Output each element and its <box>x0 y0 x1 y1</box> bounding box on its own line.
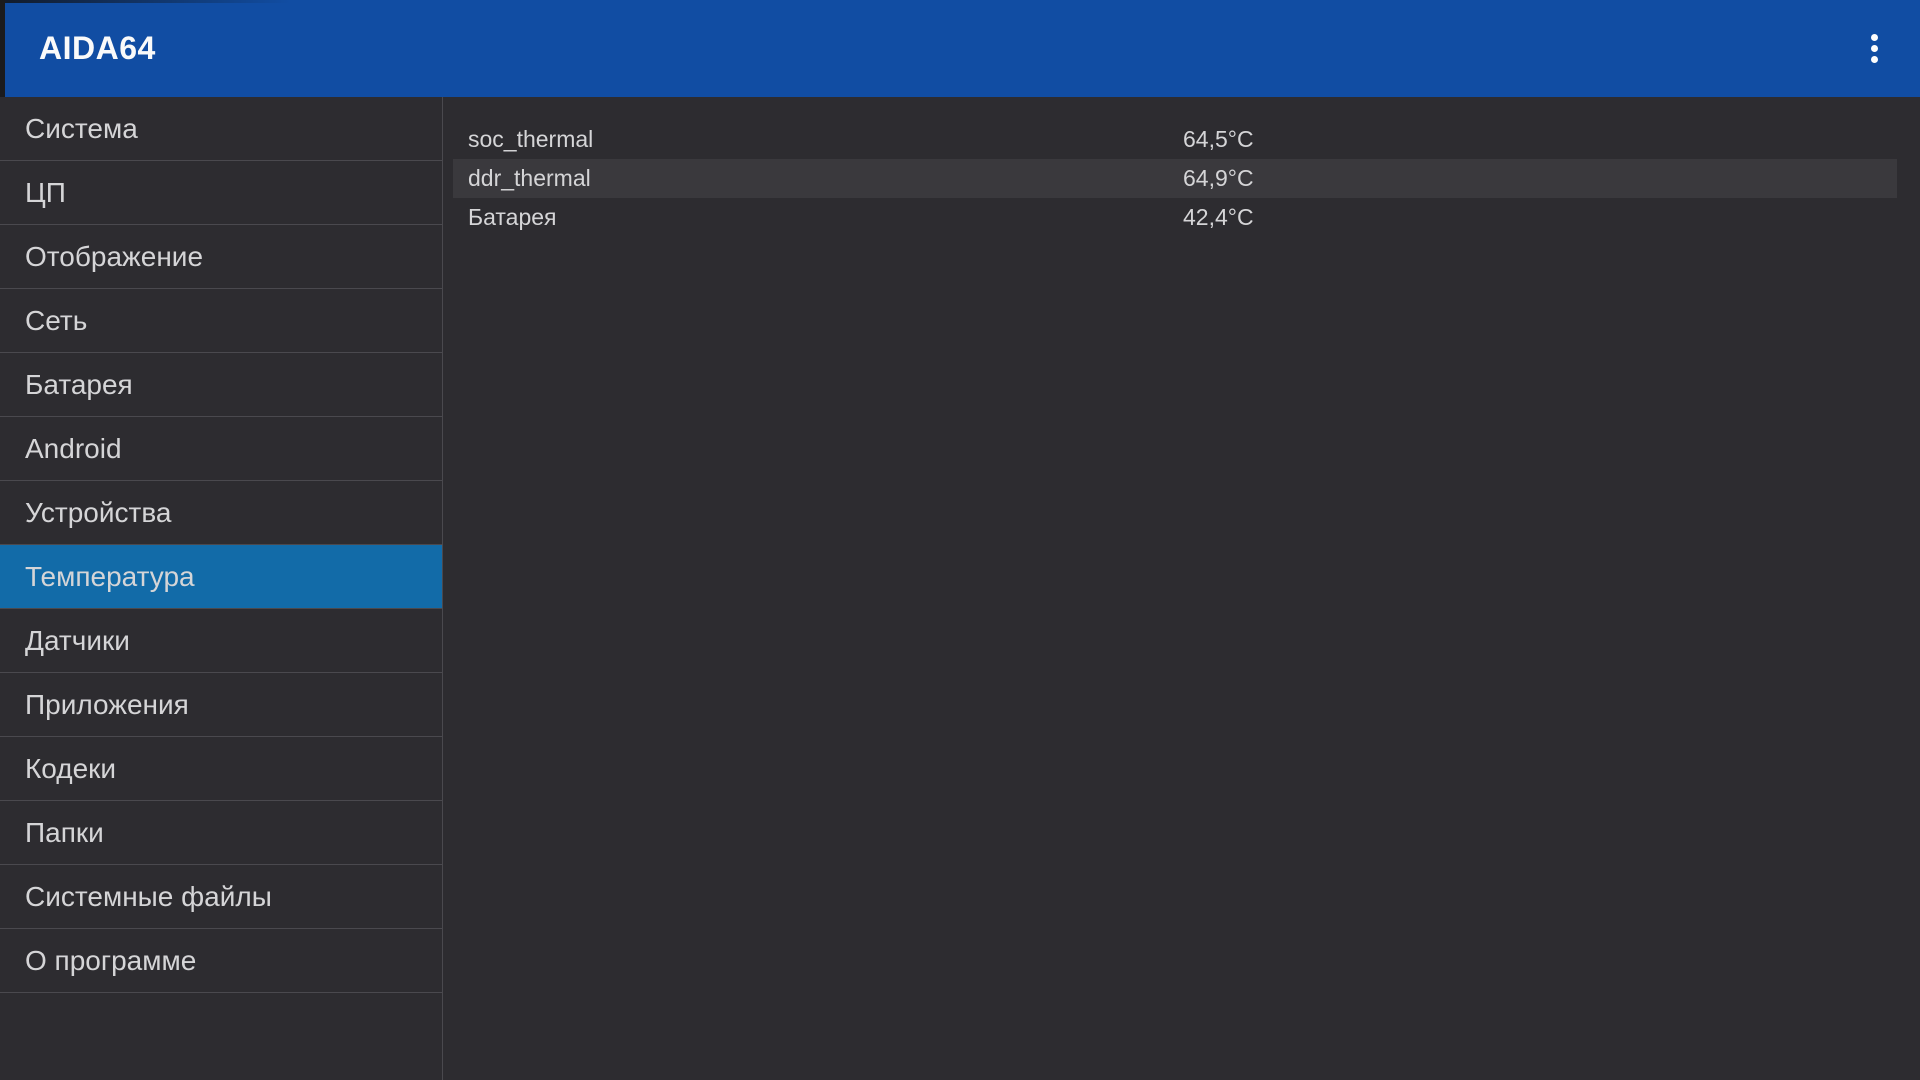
sensor-name: ddr_thermal <box>468 165 591 191</box>
sidebar-item-label: ЦП <box>25 176 66 208</box>
sidebar-item[interactable]: Android <box>0 417 442 481</box>
sidebar-item[interactable]: ЦП <box>0 161 442 225</box>
sidebar-item-label: Папки <box>25 816 104 848</box>
sidebar-item-label: Температура <box>25 560 195 592</box>
sidebar-item[interactable]: О программе <box>0 929 442 993</box>
temperature-sensor-list: soc_thermal 64,5°C ddr_thermal 64,9°C Ба… <box>443 97 1920 1080</box>
sensor-row[interactable]: soc_thermal 64,5°C <box>453 120 1897 159</box>
sidebar-item[interactable]: Папки <box>0 801 442 865</box>
sidebar-item[interactable]: Кодеки <box>0 737 442 801</box>
sidebar-item-label: Устройства <box>25 496 172 528</box>
overflow-dot <box>1870 34 1878 41</box>
sidebar-item[interactable]: Сеть <box>0 289 442 353</box>
sidebar-item-label: Android <box>25 432 122 464</box>
sidebar-nav: Система ЦП Отображение Сеть Батарея Andr… <box>0 97 443 1080</box>
sidebar-item[interactable]: Система <box>0 97 442 161</box>
sidebar-item-label: Сеть <box>25 304 88 336</box>
sensor-row[interactable]: Батарея 42,4°C <box>453 198 1897 237</box>
sidebar-item[interactable]: Устройства <box>0 481 442 545</box>
sensor-value: 64,9°C <box>1183 165 1254 191</box>
sidebar-item-label: О программе <box>25 944 197 976</box>
app-bar: AIDA64 <box>0 0 1920 97</box>
sidebar-item-label: Системные файлы <box>25 880 272 912</box>
sidebar-item-label: Датчики <box>25 624 130 656</box>
overflow-dot <box>1870 56 1878 63</box>
sidebar-item-label: Кодеки <box>25 752 117 784</box>
sensor-name: Батарея <box>468 204 557 230</box>
sidebar-item-label: Приложения <box>25 688 189 720</box>
app-title: AIDA64 <box>39 30 156 66</box>
sidebar-item-label: Батарея <box>25 368 133 400</box>
sensor-name: soc_thermal <box>468 126 594 152</box>
main-layout: Система ЦП Отображение Сеть Батарея Andr… <box>0 97 1920 1080</box>
sidebar-item-label: Отображение <box>25 240 204 272</box>
sidebar-item-label: Система <box>25 112 138 144</box>
sensor-row[interactable]: ddr_thermal 64,9°C <box>453 159 1897 198</box>
sidebar-item[interactable]: Приложения <box>0 673 442 737</box>
sidebar-item[interactable]: Системные файлы <box>0 865 442 929</box>
overflow-menu-icon[interactable] <box>1856 21 1892 77</box>
screen-edge-artifact-left <box>0 0 5 97</box>
screen-edge-artifact-top <box>0 0 290 3</box>
sensor-value: 64,5°C <box>1183 126 1254 152</box>
sensor-value: 42,4°C <box>1183 204 1254 230</box>
overflow-dot <box>1870 45 1878 52</box>
sidebar-item[interactable]: Температура <box>0 545 442 609</box>
sidebar-item[interactable]: Батарея <box>0 353 442 417</box>
sidebar-item[interactable]: Датчики <box>0 609 442 673</box>
sidebar-item[interactable]: Отображение <box>0 225 442 289</box>
